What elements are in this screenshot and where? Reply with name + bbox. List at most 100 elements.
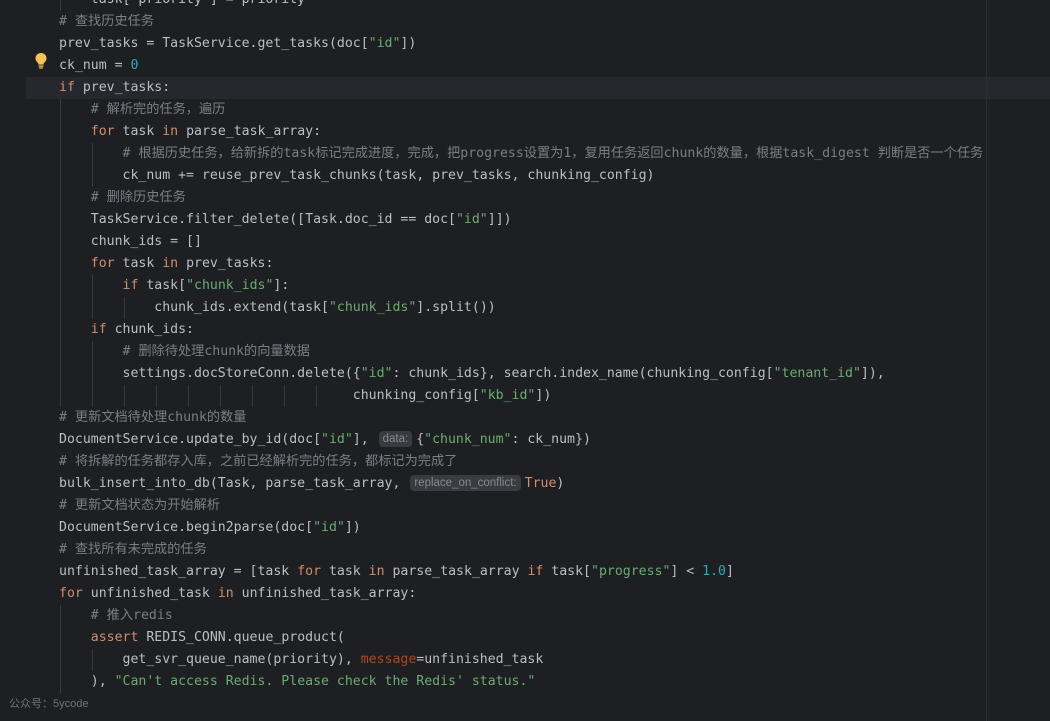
code-token: message — [360, 652, 417, 667]
code-token: ] < — [670, 564, 703, 579]
code-token: "id" — [360, 366, 393, 381]
code-text: ck_num += reuse_prev_task_chunks(task, p… — [59, 165, 655, 187]
code-token: TaskService.filter_delete([Task.doc_id =… — [59, 212, 456, 227]
code-line[interactable]: # 根据历史任务，给新拆的task标记完成进度，完成，把progress设置为1… — [26, 143, 1050, 165]
code-line[interactable]: # 查找所有未完成的任务 — [26, 539, 1050, 561]
code-text: # 根据历史任务，给新拆的task标记完成进度，完成，把progress设置为1… — [59, 143, 984, 165]
code-line[interactable]: prev_tasks = TaskService.get_tasks(doc["… — [26, 33, 1050, 55]
code-text: # 查找所有未完成的任务 — [59, 539, 207, 561]
code-line[interactable]: # 解析完的任务，遍历 — [26, 99, 1050, 121]
code-line[interactable]: if prev_tasks: — [26, 77, 1050, 99]
code-text: chunking_config["kb_id"]) — [59, 385, 552, 407]
code-line[interactable]: bulk_insert_into_db(Task, parse_task_arr… — [26, 473, 1050, 495]
code-token: if — [527, 564, 544, 579]
code-line[interactable]: ), "Can't access Redis. Please check the… — [26, 671, 1050, 693]
code-text: if prev_tasks: — [59, 77, 170, 99]
code-token: : ck_num}) — [511, 432, 591, 447]
code-text: assert REDIS_CONN.queue_product( — [59, 627, 345, 649]
code-line[interactable]: # 删除历史任务 — [26, 187, 1050, 209]
code-line[interactable]: # 更新文档待处理chunk的数量 — [26, 407, 1050, 429]
code-line[interactable]: settings.docStoreConn.delete({"id": chun… — [26, 363, 1050, 385]
parameter-hint: replace_on_conflict: — [410, 475, 521, 491]
code-line[interactable]: chunking_config["kb_id"]) — [26, 385, 1050, 407]
code-line[interactable]: task["priority"] = priority — [26, 0, 1050, 11]
code-text: chunk_ids = [] — [59, 231, 202, 253]
code-token: # 解析完的任务，遍历 — [59, 102, 226, 117]
code-token: # 删除待处理chunk的向量数据 — [59, 344, 310, 359]
code-text: # 将拆解的任务都存入库，之前已经解析完的任务，都标记为完成了 — [59, 451, 457, 473]
editor-gutter — [0, 0, 27, 721]
code-text: DocumentService.begin2parse(doc["id"]) — [59, 517, 361, 539]
code-token: # 删除历史任务 — [59, 190, 186, 205]
code-token: unfinished_task — [82, 586, 218, 601]
code-editor[interactable]: task["priority"] = priority # 查找历史任务 prev_… — [26, 0, 1050, 721]
code-token: "id" — [321, 432, 353, 447]
code-token: prev_tasks: — [74, 80, 171, 95]
code-line[interactable]: if task["chunk_ids"]: — [26, 275, 1050, 297]
code-token: unfinished_task_array = [task — [59, 564, 298, 579]
watermark-text: 公众号：5ycode — [9, 698, 89, 710]
code-token: # 更新文档待处理chunk的数量 — [59, 410, 247, 425]
code-token: settings.docStoreConn.delete({ — [59, 366, 361, 381]
code-text: ck_num = 0 — [59, 55, 138, 77]
code-text: # 删除待处理chunk的向量数据 — [59, 341, 310, 363]
code-line[interactable]: # 推入redis — [26, 605, 1050, 627]
code-line[interactable]: TaskService.filter_delete([Task.doc_id =… — [26, 209, 1050, 231]
code-line[interactable]: # 删除待处理chunk的向量数据 — [26, 341, 1050, 363]
code-text: TaskService.filter_delete([Task.doc_id =… — [59, 209, 512, 231]
code-token: if — [122, 278, 139, 293]
code-line[interactable]: DocumentService.begin2parse(doc["id"]) — [26, 517, 1050, 539]
code-token: # 更新文档状态为开始解析 — [59, 498, 220, 513]
code-token: get_svr_queue_name(priority), — [59, 652, 361, 667]
code-line[interactable]: for unfinished_task in unfinished_task_a… — [26, 583, 1050, 605]
code-line[interactable]: unfinished_task_array = [task for task i… — [26, 561, 1050, 583]
code-token: =unfinished_task — [416, 652, 544, 667]
code-token: : chunk_ids}, search.index_name(chunking… — [392, 366, 774, 381]
code-text: get_svr_queue_name(priority), message=un… — [59, 649, 544, 671]
code-token: prev_tasks: — [178, 256, 274, 271]
code-token: task — [114, 256, 163, 271]
code-text: ), "Can't access Redis. Please check the… — [59, 671, 536, 693]
code-token: "chunk_ids" — [186, 278, 274, 293]
code-line[interactable]: chunk_ids.extend(task["chunk_ids"].split… — [26, 297, 1050, 319]
code-text: if task["chunk_ids"]: — [59, 275, 290, 297]
code-token: "kb_id" — [479, 388, 536, 403]
code-token: 1.0 — [702, 564, 726, 579]
code-token: ] — [726, 564, 734, 579]
lightbulb-icon[interactable] — [34, 52, 48, 70]
code-token: ]) — [344, 520, 361, 535]
code-line[interactable]: # 查找历史任务 — [26, 11, 1050, 33]
code-token: chunking_config[ — [59, 388, 480, 403]
code-token: # 查找所有未完成的任务 — [59, 542, 207, 557]
code-line[interactable]: if chunk_ids: — [26, 319, 1050, 341]
code-text: prev_tasks = TaskService.get_tasks(doc["… — [59, 33, 416, 55]
code-line[interactable]: ck_num = 0 — [26, 55, 1050, 77]
code-line[interactable]: ck_num += reuse_prev_task_chunks(task, p… — [26, 165, 1050, 187]
code-line[interactable]: for task in parse_task_array: — [26, 121, 1050, 143]
code-token: "id" — [368, 36, 401, 51]
code-token: unfinished_task_array: — [233, 586, 417, 601]
code-token: # 将拆解的任务都存入库，之前已经解析完的任务，都标记为完成了 — [59, 454, 458, 469]
code-token: ]) — [400, 36, 417, 51]
code-line[interactable]: get_svr_queue_name(priority), message=un… — [26, 649, 1050, 671]
code-line[interactable]: # 更新文档状态为开始解析 — [26, 495, 1050, 517]
code-token: ]), — [860, 366, 885, 381]
code-line[interactable]: chunk_ids = [] — [26, 231, 1050, 253]
code-text: # 推入redis — [59, 605, 173, 627]
code-token: if — [59, 80, 75, 95]
code-token: DocumentService.begin2parse(doc[ — [59, 520, 314, 535]
code-line[interactable]: DocumentService.update_by_id(doc["id"], … — [26, 429, 1050, 451]
code-text: for task in prev_tasks: — [59, 253, 274, 275]
code-line[interactable]: for task in prev_tasks: — [26, 253, 1050, 275]
code-text: # 查找历史任务 — [59, 11, 154, 33]
code-token: "chunk_ids" — [328, 300, 417, 315]
code-line[interactable]: # 将拆解的任务都存入库，之前已经解析完的任务，都标记为完成了 — [26, 451, 1050, 473]
code-token: in — [217, 586, 234, 601]
code-text: DocumentService.update_by_id(doc["id"], … — [59, 429, 591, 451]
code-text: # 删除历史任务 — [59, 187, 186, 209]
code-token: { — [416, 432, 425, 447]
code-line[interactable]: assert REDIS_CONN.queue_product( — [26, 627, 1050, 649]
